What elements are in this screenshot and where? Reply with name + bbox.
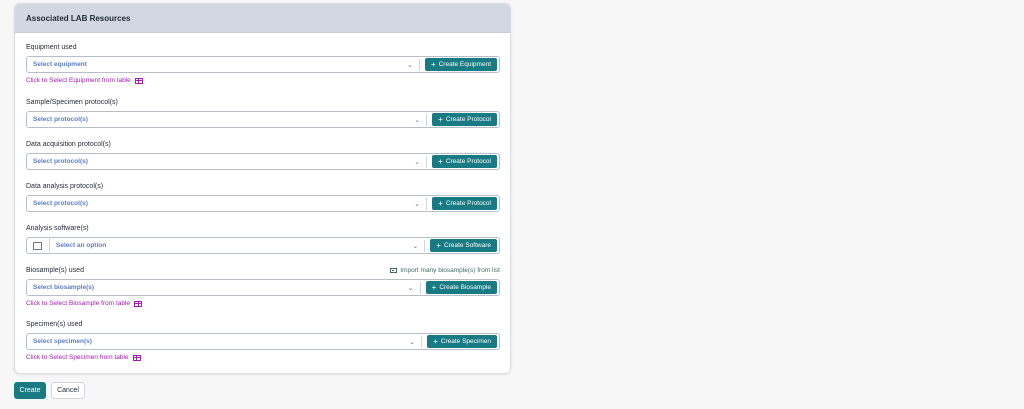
plus-icon: +: [438, 156, 443, 166]
plus-icon: +: [431, 282, 437, 292]
acquisition-protocol-select-input[interactable]: Select protocol(s) ⌄: [27, 154, 426, 169]
create-biosample-label: Create Biosample: [439, 284, 491, 291]
divider: [426, 197, 428, 210]
select-specimen-table-text: Click to Select Specimen from table: [26, 354, 129, 361]
create-specimen-label: Create Specimen: [440, 338, 491, 345]
equipment-label: Equipment used: [26, 43, 77, 51]
equipment-placeholder: Select equipment: [33, 61, 87, 68]
select-specimen-table-link[interactable]: Click to Select Specimen from table: [26, 354, 500, 361]
biosample-label: Biosample(s) used: [26, 266, 84, 274]
software-select-input[interactable]: Select an option ⌄: [50, 238, 424, 253]
specimen-field: Specimen(s) used Select specimen(s) ⌄ + …: [26, 318, 500, 361]
sample-protocol-label: Sample/Specimen protocol(s): [26, 98, 118, 106]
divider: [424, 239, 426, 252]
select-equipment-table-link[interactable]: Click to Select Equipment from table: [26, 77, 500, 84]
create-software-button[interactable]: + Create Software: [430, 239, 497, 252]
biosample-select: Select biosample(s) ⌄ + Create Biosample: [26, 279, 500, 296]
chevron-down-icon[interactable]: ⌄: [414, 116, 420, 124]
create-button[interactable]: Create: [14, 382, 46, 399]
analysis-protocol-placeholder: Select protocol(s): [33, 200, 88, 207]
biosample-field: Biosample(s) used Import many biosample(…: [26, 264, 500, 307]
chevron-down-icon[interactable]: ⌄: [414, 200, 420, 208]
software-field: Analysis software(s) Select an option ⌄ …: [26, 222, 500, 254]
biosample-select-input[interactable]: Select biosample(s) ⌄: [27, 280, 420, 295]
divider: [418, 58, 420, 71]
table-icon: [132, 354, 141, 361]
sample-protocol-placeholder: Select protocol(s): [33, 116, 88, 123]
analysis-protocol-field: Data analysis protocol(s) Select protoco…: [26, 180, 500, 212]
select-all-checkbox[interactable]: [33, 241, 42, 250]
table-icon: [134, 300, 143, 307]
create-biosample-button[interactable]: + Create Biosample: [425, 281, 497, 294]
create-analysis-protocol-label: Create Protocol: [445, 200, 491, 207]
table-icon: [134, 77, 143, 84]
create-software-label: Create Software: [444, 242, 491, 249]
associated-lab-resources-card: Associated LAB Resources Equipment used …: [14, 3, 511, 374]
divider: [419, 281, 421, 294]
specimen-select: Select specimen(s) ⌄ + Create Specimen: [26, 333, 500, 350]
software-label: Analysis software(s): [26, 224, 89, 232]
divider: [426, 155, 428, 168]
plus-icon: +: [436, 240, 442, 250]
biosample-placeholder: Select biosample(s): [33, 284, 95, 291]
chevron-down-icon[interactable]: ⌄: [407, 61, 413, 69]
divider: [421, 335, 423, 348]
acquisition-protocol-select: Select protocol(s) ⌄ + Create Protocol: [26, 153, 500, 170]
chevron-down-icon[interactable]: ⌄: [414, 158, 420, 166]
sample-protocol-field: Sample/Specimen protocol(s) Select proto…: [26, 96, 500, 128]
create-sample-protocol-button[interactable]: + Create Protocol: [432, 113, 497, 126]
equipment-field: Equipment used Select equipment ⌄ + Crea…: [26, 41, 500, 84]
select-biosample-table-link[interactable]: Click to Select Biosample from table: [26, 300, 500, 307]
select-biosample-table-text: Click to Select Biosample from table: [26, 300, 131, 307]
equipment-select-input[interactable]: Select equipment ⌄: [27, 57, 419, 72]
specimen-label: Specimen(s) used: [26, 320, 83, 328]
card-title: Associated LAB Resources: [26, 13, 131, 23]
create-acquisition-protocol-button[interactable]: + Create Protocol: [432, 155, 497, 168]
import-biosamples-text: Import many biosample(s) from list: [400, 266, 500, 274]
specimen-placeholder: Select specimen(s): [33, 338, 92, 345]
cancel-button[interactable]: Cancel: [51, 382, 85, 399]
create-equipment-label: Create Equipment: [438, 61, 491, 68]
select-equipment-table-text: Click to Select Equipment from table: [26, 77, 131, 84]
create-acquisition-protocol-label: Create Protocol: [445, 158, 491, 165]
specimen-select-input[interactable]: Select specimen(s) ⌄: [27, 334, 421, 349]
analysis-protocol-select: Select protocol(s) ⌄ + Create Protocol: [26, 195, 500, 212]
chevron-down-icon[interactable]: ⌄: [408, 284, 414, 292]
create-analysis-protocol-button[interactable]: + Create Protocol: [432, 197, 497, 210]
create-equipment-button[interactable]: + Create Equipment: [424, 58, 497, 71]
plus-icon: +: [438, 198, 443, 208]
plus-icon: +: [438, 114, 443, 124]
acquisition-protocol-field: Data acquisition protocol(s) Select prot…: [26, 138, 500, 170]
software-placeholder: Select an option: [56, 242, 107, 249]
id-card-icon: [390, 267, 398, 273]
acquisition-protocol-label: Data acquisition protocol(s): [26, 140, 111, 148]
plus-icon: +: [430, 59, 436, 69]
create-sample-protocol-label: Create Protocol: [445, 116, 491, 123]
sample-protocol-select: Select protocol(s) ⌄ + Create Protocol: [26, 111, 500, 128]
chevron-down-icon[interactable]: ⌄: [409, 338, 415, 346]
plus-icon: +: [433, 336, 438, 346]
chevron-down-icon[interactable]: ⌄: [412, 242, 418, 250]
analysis-protocol-select-input[interactable]: Select protocol(s) ⌄: [27, 196, 426, 211]
create-specimen-button[interactable]: + Create Specimen: [427, 335, 497, 348]
equipment-select: Select equipment ⌄ + Create Equipment: [26, 56, 500, 73]
sample-protocol-select-input[interactable]: Select protocol(s) ⌄: [27, 112, 426, 127]
analysis-protocol-label: Data analysis protocol(s): [26, 182, 104, 190]
import-biosamples-link[interactable]: Import many biosample(s) from list: [390, 267, 500, 274]
card-header: Associated LAB Resources: [15, 4, 510, 33]
software-select: Select an option ⌄ + Create Software: [26, 237, 500, 254]
divider: [426, 113, 428, 126]
acquisition-protocol-placeholder: Select protocol(s): [33, 158, 88, 165]
